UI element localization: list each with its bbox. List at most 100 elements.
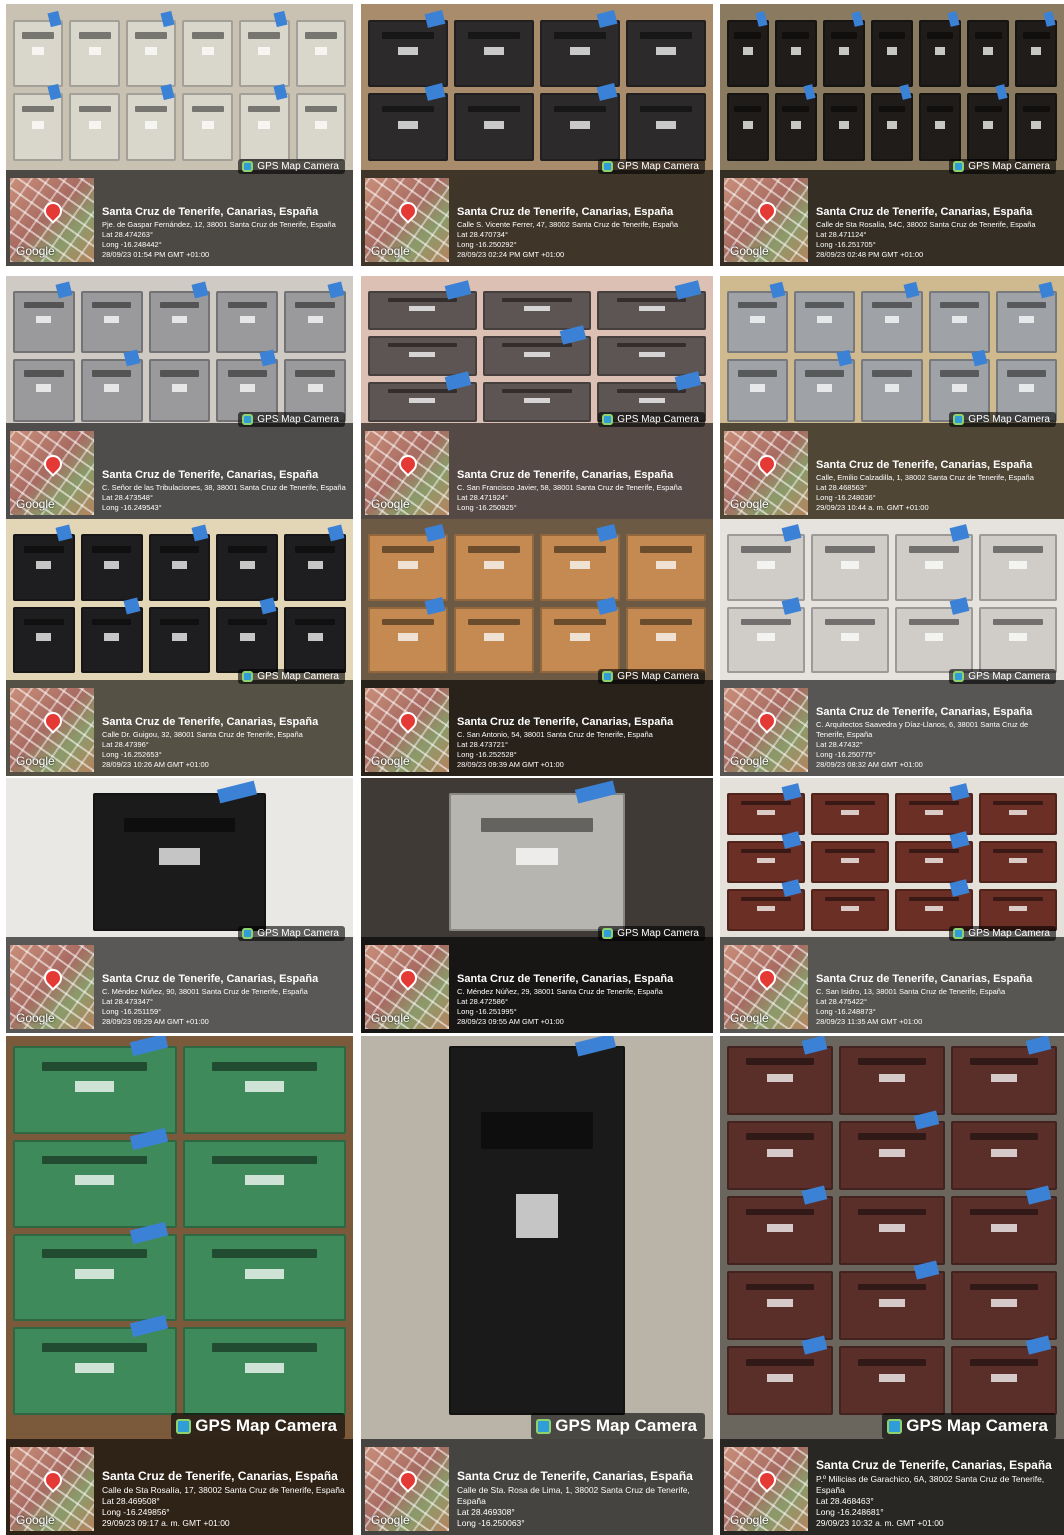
- flyer: [1026, 1036, 1053, 1055]
- badge-label: GPS Map Camera: [195, 1416, 337, 1435]
- mail-slot: [554, 618, 606, 626]
- name-label: [817, 315, 833, 324]
- flyer: [674, 279, 701, 300]
- name-label: [409, 397, 436, 403]
- mail-slot: [872, 370, 912, 377]
- location-title: Santa Cruz de Tenerife, Canarias, España: [102, 716, 319, 728]
- flyer: [327, 281, 344, 299]
- name-label: [879, 1373, 905, 1383]
- mail-slot: [159, 301, 200, 309]
- location-pin-icon: [757, 1470, 777, 1490]
- flyer: [1043, 10, 1057, 27]
- mailbox: [454, 19, 534, 88]
- mail-slot: [42, 1343, 148, 1352]
- timestamp: 28/09/23 09:29 AM GMT +01:00: [102, 1017, 209, 1026]
- name-label: [1008, 905, 1028, 911]
- flyer: [949, 524, 970, 543]
- mail-slot: [468, 546, 520, 553]
- mail-slot: [745, 1133, 814, 1141]
- mail-slot: [734, 31, 762, 39]
- map-thumbnail: Google: [724, 688, 808, 772]
- location-caption: Santa Cruz de Tenerife, Canarias, España…: [816, 706, 1058, 770]
- mailbox: [148, 606, 211, 674]
- name-label: [840, 857, 860, 863]
- mailbox: [125, 10, 177, 88]
- name-label: [790, 120, 801, 129]
- flyer: [949, 596, 970, 615]
- mailbox: [995, 281, 1058, 354]
- mailbox-array: [726, 10, 1058, 162]
- mailbox-array: [92, 780, 267, 931]
- mail-slot: [135, 31, 168, 39]
- photo-tile[interactable]: Google Santa Cruz de Tenerife, Canarias, …: [720, 1036, 1064, 1535]
- photo-tile[interactable]: Google Santa Cruz de Tenerife, Canarias, …: [720, 519, 1064, 776]
- mailbox: [449, 780, 625, 931]
- location-caption: Santa Cruz de Tenerife, Canarias, España…: [816, 206, 1058, 260]
- photo-tile[interactable]: Google Santa Cruz de Tenerife, Canarias, …: [6, 778, 353, 1033]
- photo-tile[interactable]: Google Santa Cruz de Tenerife, Canarias, …: [6, 276, 353, 519]
- mailbox: [69, 19, 120, 88]
- badge-label: GPS Map Camera: [968, 161, 1050, 172]
- longitude: Long -16.249543°: [102, 503, 162, 512]
- photo-tile[interactable]: Google Santa Cruz de Tenerife, Canarias, …: [720, 778, 1064, 1033]
- name-label: [638, 352, 665, 357]
- mailbox: [295, 93, 347, 162]
- mail-slot: [909, 618, 960, 626]
- location-title: Santa Cruz de Tenerife, Canarias, España: [102, 973, 319, 985]
- name-label: [314, 120, 327, 129]
- name-label: [484, 633, 504, 642]
- name-label: [1019, 315, 1034, 324]
- mail-slot: [909, 848, 960, 853]
- gps-camera-icon: [242, 161, 254, 172]
- timestamp: 28/09/23 09:55 AM GMT +01:00: [457, 1017, 564, 1026]
- photo-tile[interactable]: Google Santa Cruz de Tenerife, Canarias, …: [361, 4, 713, 266]
- latitude: Lat 28.471924°: [457, 493, 508, 502]
- location-caption: Santa Cruz de Tenerife, Canarias, España…: [102, 469, 347, 513]
- mail-slot: [554, 546, 606, 553]
- name-label: [88, 120, 101, 129]
- mail-slot: [640, 105, 692, 113]
- mailbox-array: [368, 9, 706, 162]
- gps-map-camera-badge: GPS Map Camera: [238, 412, 345, 427]
- mail-slot: [91, 618, 132, 626]
- name-label: [172, 560, 187, 569]
- name-label: [840, 560, 860, 569]
- name-label: [934, 120, 946, 129]
- photo-tile[interactable]: Google Santa Cruz de Tenerife, Canarias, …: [6, 4, 353, 266]
- address-line: C. San Francisco Javier, 58, 38001 Santa…: [457, 483, 682, 492]
- photo-tile[interactable]: Google Santa Cruz de Tenerife, Canarias, …: [720, 4, 1064, 266]
- photo-tile[interactable]: Google Santa Cruz de Tenerife, Canarias, …: [361, 276, 713, 519]
- name-label: [36, 315, 52, 324]
- photo-tile[interactable]: Google Santa Cruz de Tenerife, Canarias, …: [6, 519, 353, 776]
- map-thumbnail: Google: [724, 1447, 808, 1531]
- flyer: [259, 349, 277, 367]
- flyer: [574, 780, 616, 804]
- google-label: Google: [730, 244, 769, 258]
- mail-slot: [737, 370, 778, 377]
- flyer: [781, 879, 802, 897]
- name-label: [172, 633, 187, 642]
- name-label: [1008, 810, 1028, 816]
- mail-slot: [805, 370, 845, 377]
- mail-slot: [740, 618, 791, 626]
- mailbox: [838, 1045, 946, 1116]
- latitude: Lat 28.469308°: [457, 1507, 515, 1517]
- flyer: [596, 83, 617, 102]
- mailbox: [810, 534, 889, 601]
- mail-slot: [1006, 370, 1047, 377]
- photo-tile[interactable]: Google Santa Cruz de Tenerife, Canarias, …: [720, 276, 1064, 519]
- mailbox: [454, 606, 534, 674]
- gps-camera-icon: [242, 414, 254, 425]
- mailbox: [726, 831, 805, 884]
- photo-tile[interactable]: Google Santa Cruz de Tenerife, Canarias, …: [6, 1036, 353, 1535]
- caption-overlay: Google Santa Cruz de Tenerife, Canarias, …: [361, 170, 713, 266]
- photo-tile[interactable]: Google Santa Cruz de Tenerife, Canarias, …: [361, 519, 713, 776]
- photo-tile[interactable]: Google Santa Cruz de Tenerife, Canarias, …: [361, 778, 713, 1033]
- mailbox: [368, 596, 449, 674]
- google-label: Google: [371, 497, 410, 511]
- caption-overlay: Google Santa Cruz de Tenerife, Canarias, …: [361, 937, 713, 1033]
- mail-slot: [1022, 31, 1050, 39]
- mail-slot: [878, 105, 906, 113]
- flyer: [949, 783, 970, 802]
- photo-tile[interactable]: Google Santa Cruz de Tenerife, Canarias, …: [361, 1036, 713, 1535]
